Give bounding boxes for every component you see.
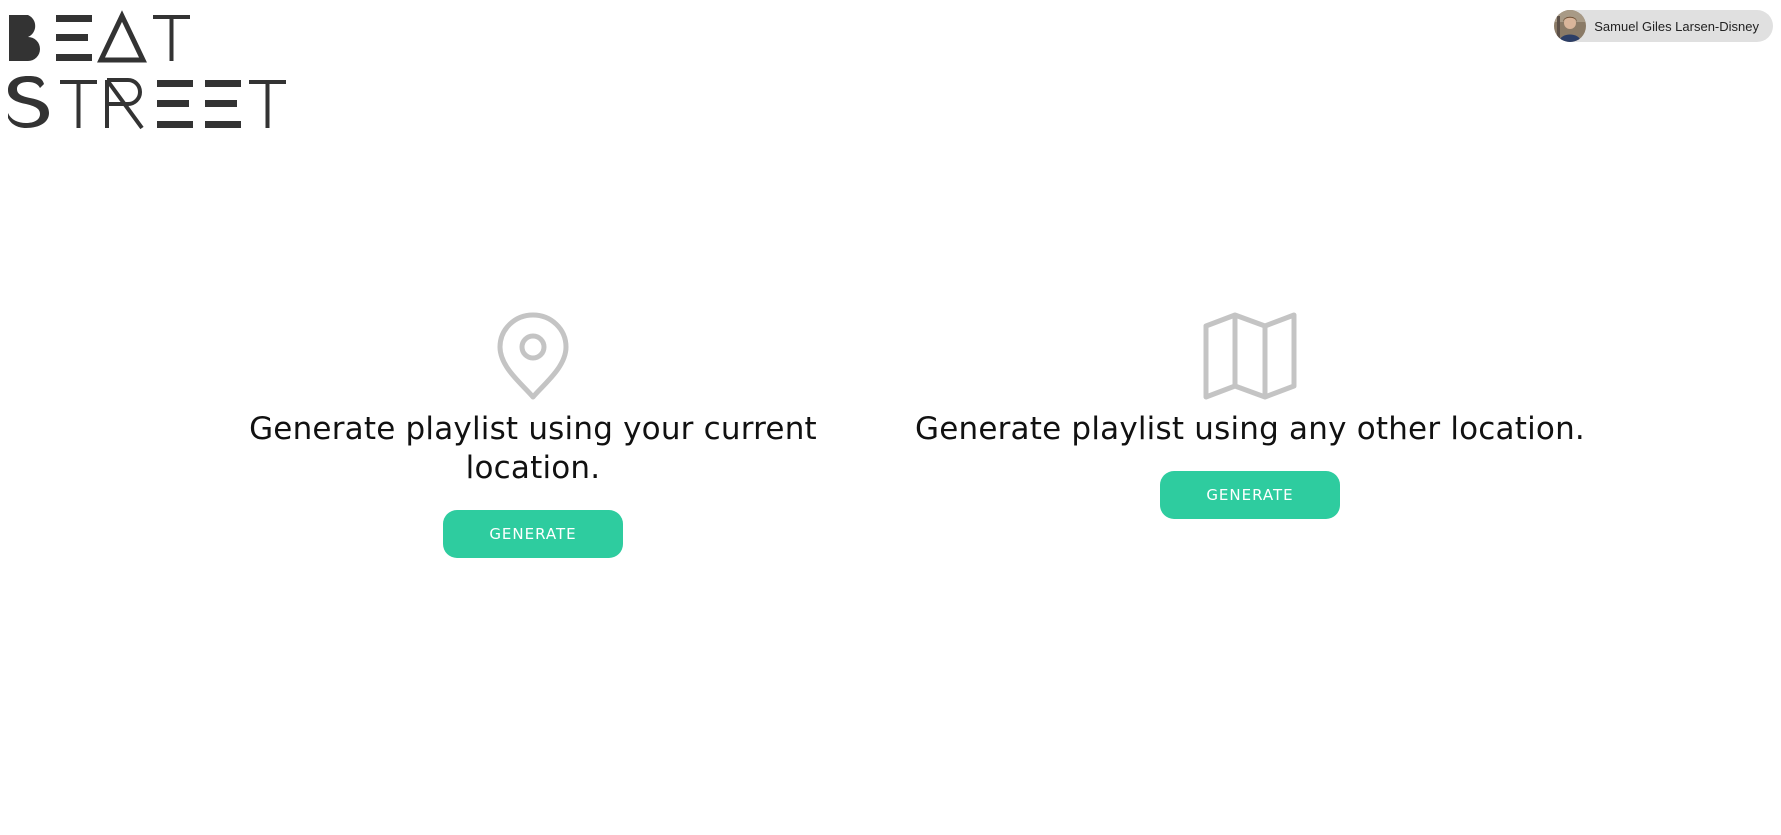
location-pin-icon [496,310,570,400]
current-location-option: Generate playlist using your current loc… [230,310,836,558]
other-location-text: Generate playlist using any other locati… [915,411,1585,447]
generate-other-location-button[interactable]: GENERATE [1160,471,1340,519]
other-location-option: Generate playlist using any other locati… [906,310,1594,519]
beat-street-logo[interactable]: BEAT STREET [0,0,300,140]
page: BEAT STREET [0,0,1781,835]
generate-current-location-button[interactable]: GENERATE [443,510,623,558]
current-location-text: Generate playlist using your current loc… [249,411,817,486]
logo-graphic [8,10,286,130]
avatar [1554,10,1587,42]
map-icon [1203,310,1297,400]
user-account-chip[interactable]: Samuel Giles Larsen-Disney [1554,10,1773,42]
user-name: Samuel Giles Larsen-Disney [1594,18,1759,34]
avatar-image [1554,10,1587,42]
